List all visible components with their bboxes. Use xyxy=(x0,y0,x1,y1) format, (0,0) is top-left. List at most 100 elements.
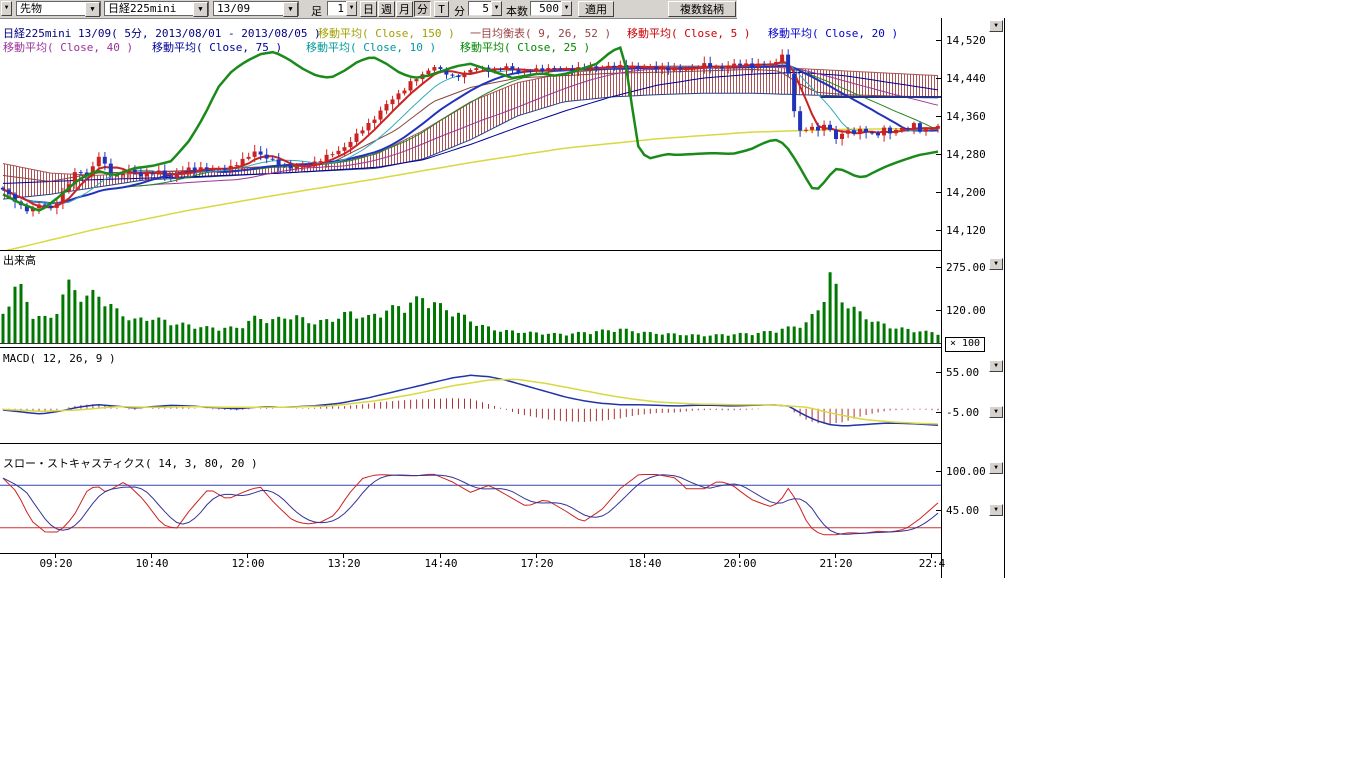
symbol-value: 日経225mini xyxy=(108,2,176,15)
stoch-panel-dropdown[interactable]: ▼ xyxy=(989,462,1003,474)
time-tick xyxy=(55,554,56,558)
axis-tick xyxy=(936,154,941,155)
axis-tick xyxy=(936,40,941,41)
price-axis-label: 14,520 xyxy=(946,34,988,47)
contract-month-select[interactable]: 13/09 ▼ xyxy=(213,1,299,16)
time-tick xyxy=(247,554,248,558)
period-month-button[interactable]: 月 xyxy=(396,1,413,17)
period-week-button[interactable]: 週 xyxy=(378,1,395,17)
bar-interval-dropdown[interactable]: ▼ xyxy=(346,1,357,16)
axis-tick xyxy=(936,310,941,311)
time-axis-label: 14:40 xyxy=(423,557,459,570)
multi-symbol-button[interactable]: 複数銘柄 xyxy=(668,1,736,17)
price-axis-label: 14,440 xyxy=(946,72,988,85)
axis-tick xyxy=(936,78,941,79)
volume-axis-label: 275.00 xyxy=(946,261,988,274)
macd-panel-dropdown[interactable]: ▼ xyxy=(989,360,1003,372)
time-tick xyxy=(835,554,836,558)
axis-tick xyxy=(936,192,941,193)
x-axis-baseline xyxy=(0,553,941,554)
chevron-down-icon: ▼ xyxy=(350,4,354,11)
minute-interval-input[interactable] xyxy=(468,1,492,16)
macd-stoch-divider xyxy=(0,443,941,444)
time-tick xyxy=(440,554,441,558)
chevron-down-icon: ▼ xyxy=(994,22,998,29)
bar-count-input[interactable] xyxy=(530,1,562,16)
time-axis-label: 09:20 xyxy=(38,557,74,570)
bar-interval-input[interactable] xyxy=(327,1,347,16)
symbol-select[interactable]: 日経225mini ▼ xyxy=(104,1,209,16)
hidden-symbol-mini-dropdown[interactable]: ▼ xyxy=(1,1,12,16)
volume-panel-dropdown[interactable]: ▼ xyxy=(989,258,1003,270)
volume-panel-label: 出来高 xyxy=(3,252,36,268)
chevron-down-icon: ▼ xyxy=(994,260,998,267)
legend-ma75: 移動平均( Close, 75 ) xyxy=(152,39,282,55)
bar-count-label: 本数 xyxy=(506,3,528,19)
axis-tick xyxy=(936,372,941,373)
axis-tick xyxy=(936,230,941,231)
time-axis-label: 18:40 xyxy=(627,557,663,570)
period-minute-button[interactable]: 分 xyxy=(414,1,431,17)
chevron-down-icon: ▼ xyxy=(994,408,998,415)
contract-month-value: 13/09 xyxy=(217,2,250,15)
chevron-down-icon: ▼ xyxy=(495,4,499,11)
time-axis-label: 12:00 xyxy=(230,557,266,570)
minute-unit-label: 分 xyxy=(454,3,465,19)
axis-tick xyxy=(936,267,941,268)
legend-ma40: 移動平均( Close, 40 ) xyxy=(3,39,133,55)
time-tick xyxy=(151,554,152,558)
chevron-down-icon[interactable]: ▼ xyxy=(85,2,100,17)
price-volume-divider xyxy=(0,250,941,251)
axis-tick xyxy=(936,116,941,117)
axis-tick xyxy=(936,412,941,413)
time-axis-label: 21:20 xyxy=(818,557,854,570)
time-axis-label: 10:40 xyxy=(134,557,170,570)
time-tick xyxy=(343,554,344,558)
macd-axis-label: -5.00 xyxy=(946,406,988,419)
volume-axis-label: 120.00 xyxy=(946,304,988,317)
chevron-down-icon: ▼ xyxy=(5,4,9,11)
time-axis-label: 13:20 xyxy=(326,557,362,570)
instrument-type-select[interactable]: 先物 ▼ xyxy=(16,1,101,16)
legend-ma25: 移動平均( Close, 25 ) xyxy=(460,39,590,55)
time-axis-label: 20:00 xyxy=(722,557,758,570)
price-panel-dropdown[interactable]: ▼ xyxy=(989,20,1003,32)
bar-type-label: 足 xyxy=(311,3,322,19)
chevron-down-icon[interactable]: ▼ xyxy=(283,2,298,17)
time-tick xyxy=(644,554,645,558)
main-chart-canvas[interactable] xyxy=(0,18,941,580)
axis-tick xyxy=(936,510,941,511)
macd-axis-label: 55.00 xyxy=(946,366,988,379)
time-axis-label: 22:4 xyxy=(914,557,950,570)
chevron-down-icon: ▼ xyxy=(994,362,998,369)
volume-multiplier-box: × 100 xyxy=(945,337,985,352)
chart-right-border xyxy=(941,18,942,578)
stoch-scale-dropdown[interactable]: ▼ xyxy=(989,504,1003,516)
time-tick xyxy=(536,554,537,558)
chevron-down-icon[interactable]: ▼ xyxy=(193,2,208,17)
chevron-down-icon: ▼ xyxy=(565,4,569,11)
stoch-axis-label: 100.00 xyxy=(946,465,988,478)
period-day-button[interactable]: 日 xyxy=(360,1,377,17)
legend-ma20: 移動平均( Close, 20 ) xyxy=(768,25,898,41)
stoch-panel-label: スロー・ストキャスティクス( 14, 3, 80, 20 ) xyxy=(3,455,258,471)
price-axis-label: 14,280 xyxy=(946,148,988,161)
toolbar: ▼ 先物 ▼ 日経225mini ▼ 13/09 ▼ 足 ▼ 日 週 月 分 T… xyxy=(0,0,737,19)
window-right-border xyxy=(1004,18,1005,578)
price-axis-label: 14,360 xyxy=(946,110,988,123)
apply-button[interactable]: 適用 xyxy=(578,1,614,17)
bar-count-dropdown[interactable]: ▼ xyxy=(561,1,572,16)
macd-scale-dropdown[interactable]: ▼ xyxy=(989,406,1003,418)
chevron-down-icon: ▼ xyxy=(994,506,998,513)
chevron-down-icon: ▼ xyxy=(994,464,998,471)
time-axis-label: 17:20 xyxy=(519,557,555,570)
period-tick-button[interactable]: T xyxy=(434,1,449,17)
minute-interval-dropdown[interactable]: ▼ xyxy=(491,1,502,16)
price-axis-label: 14,200 xyxy=(946,186,988,199)
trading-chart-app: ▼ 先物 ▼ 日経225mini ▼ 13/09 ▼ 足 ▼ 日 週 月 分 T… xyxy=(0,0,1366,768)
time-tick xyxy=(931,554,932,558)
volume-macd-divider xyxy=(0,347,941,348)
axis-tick xyxy=(936,471,941,472)
macd-panel-label: MACD( 12, 26, 9 ) xyxy=(3,352,116,365)
legend-ma5: 移動平均( Close, 5 ) xyxy=(627,25,750,41)
